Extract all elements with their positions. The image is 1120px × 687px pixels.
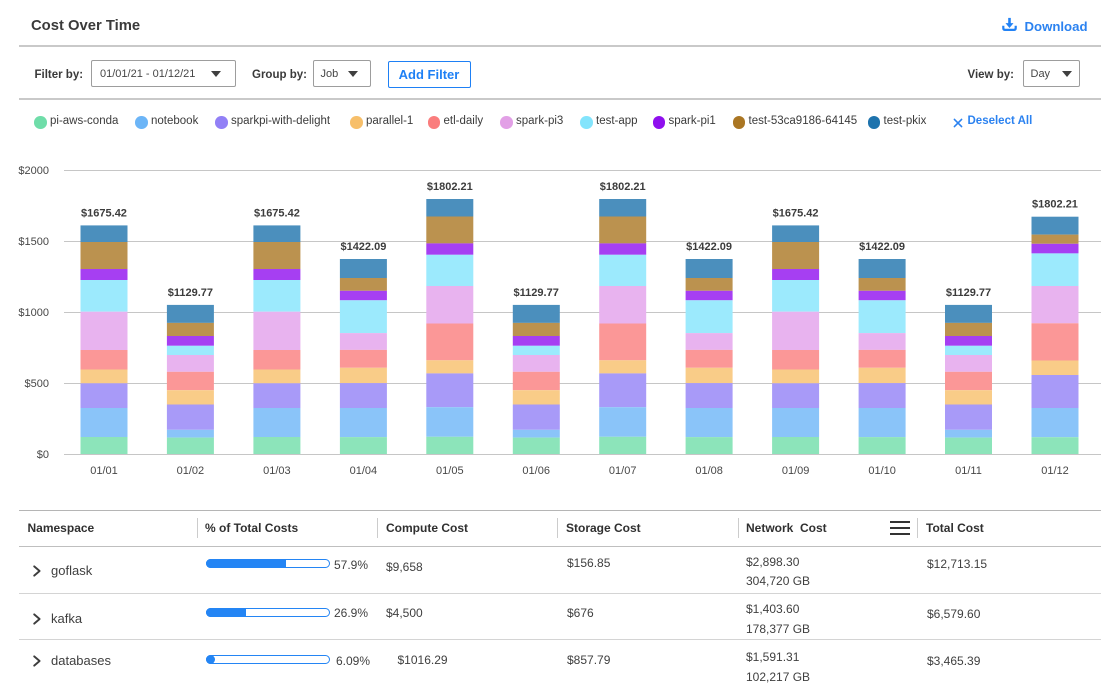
svg-text:$1000: $1000: [18, 307, 49, 319]
svg-text:$1675.42: $1675.42: [81, 207, 127, 219]
svg-text:$0: $0: [37, 449, 49, 461]
svg-text:01/04: 01/04: [350, 465, 378, 477]
svg-text:$2000: $2000: [18, 165, 49, 177]
svg-text:01/03: 01/03: [263, 465, 291, 477]
svg-text:$1500: $1500: [18, 236, 49, 248]
svg-text:$1802.21: $1802.21: [1032, 199, 1078, 211]
svg-text:01/01: 01/01: [90, 465, 118, 477]
svg-text:01/08: 01/08: [695, 465, 723, 477]
svg-text:$1129.77: $1129.77: [514, 287, 559, 299]
svg-text:01/10: 01/10: [868, 465, 896, 477]
svg-text:$1802.21: $1802.21: [600, 181, 646, 193]
svg-text:01/05: 01/05: [436, 465, 464, 477]
svg-text:01/12: 01/12: [1041, 465, 1069, 477]
svg-text:$1129.77: $1129.77: [168, 287, 213, 299]
svg-text:$1802.21: $1802.21: [427, 181, 473, 193]
svg-text:$1422.09: $1422.09: [340, 241, 386, 253]
svg-text:01/02: 01/02: [177, 465, 205, 477]
svg-text:$1422.09: $1422.09: [859, 241, 905, 253]
svg-text:01/06: 01/06: [522, 465, 550, 477]
svg-text:$1675.42: $1675.42: [254, 207, 300, 219]
svg-text:$1675.42: $1675.42: [773, 207, 819, 219]
svg-text:$1129.77: $1129.77: [946, 287, 991, 299]
svg-text:$500: $500: [25, 378, 49, 390]
svg-text:01/07: 01/07: [609, 465, 637, 477]
svg-text:$1422.09: $1422.09: [686, 241, 732, 253]
svg-text:01/09: 01/09: [782, 465, 810, 477]
svg-text:01/11: 01/11: [955, 465, 982, 477]
